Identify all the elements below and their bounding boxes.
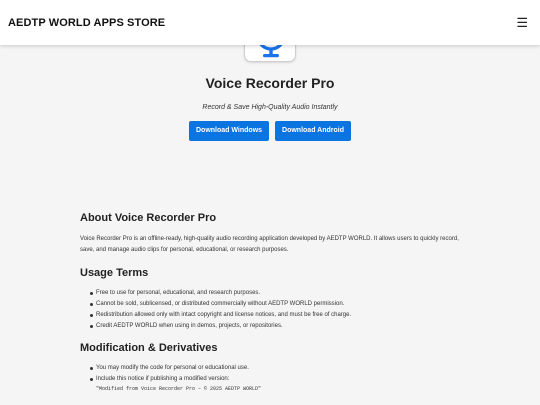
modified-notice-code: "Modified from Voice Recorder Pro – © 20… xyxy=(96,386,262,392)
usage-terms-list: Free to use for personal, educational, a… xyxy=(80,288,460,332)
app-title: Voice Recorder Pro xyxy=(205,75,335,91)
app-tagline: Record & Save High-Quality Audio Instant… xyxy=(202,104,338,111)
list-item: Free to use for personal, educational, a… xyxy=(80,288,460,299)
about-heading: About Voice Recorder Pro xyxy=(80,212,217,224)
store-brand[interactable]: AEDTP WORLD APPS STORE xyxy=(8,17,165,29)
hamburger-menu-icon[interactable]: ☰ xyxy=(516,16,528,29)
usage-terms-heading: Usage Terms xyxy=(80,267,149,279)
list-item: Include this notice if publishing a modi… xyxy=(80,374,460,385)
about-text: Voice Recorder Pro is an offline-ready, … xyxy=(80,236,459,253)
main-content: About Voice Recorder Pro Voice Recorder … xyxy=(80,212,460,394)
download-android-button[interactable]: Download Android xyxy=(275,121,351,141)
list-item: You may modify the code for personal or … xyxy=(80,363,460,374)
download-windows-button[interactable]: Download Windows xyxy=(188,121,270,141)
modification-heading: Modification & Derivatives xyxy=(80,342,218,354)
list-item: Redistribution allowed only with intact … xyxy=(80,310,460,321)
download-buttons: Download Windows Download Android xyxy=(0,121,540,141)
modification-list: You may modify the code for personal or … xyxy=(80,363,460,385)
top-navbar: AEDTP WORLD APPS STORE ☰ xyxy=(0,0,540,45)
list-item: Credit AEDTP WORLD when using in demos, … xyxy=(80,321,460,332)
list-item: Cannot be sold, sublicensed, or distribu… xyxy=(80,299,460,310)
